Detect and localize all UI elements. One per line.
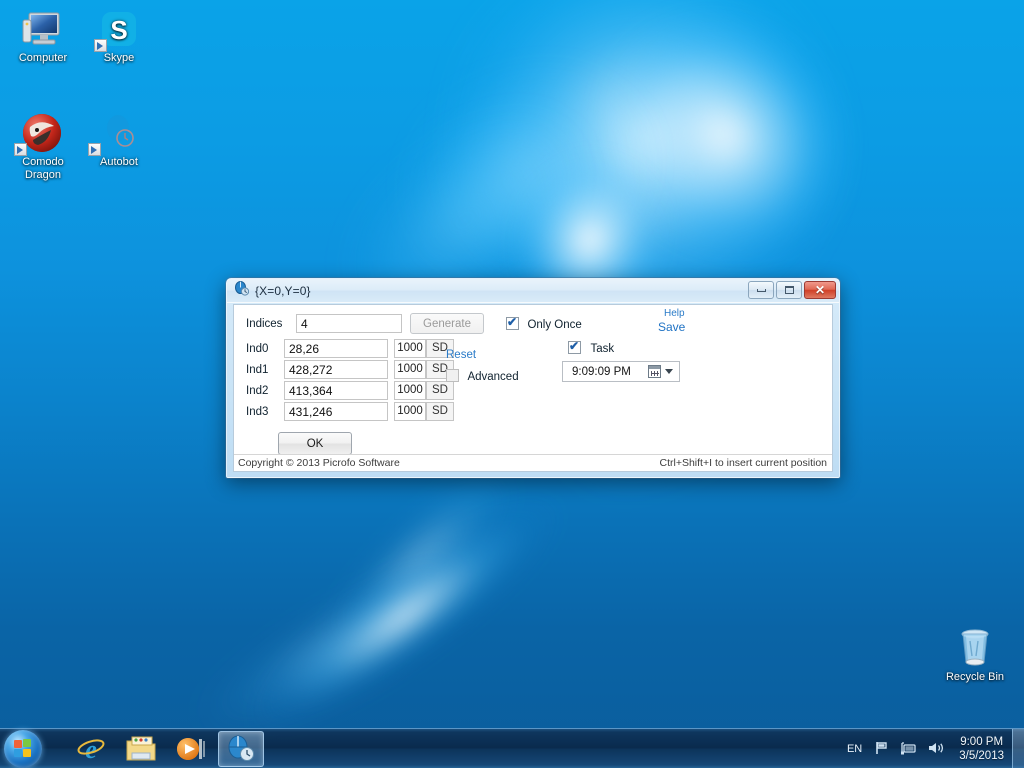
index-row-label: Ind3 (246, 405, 269, 418)
show-desktop-button[interactable] (1012, 729, 1024, 768)
index-delay-value[interactable]: 1000 (394, 381, 426, 400)
indices-label: Indices (246, 318, 283, 330)
index-delay-value[interactable]: 1000 (394, 339, 426, 358)
wallpaper-aurora-streak (86, 427, 584, 768)
index-row: Ind3 1000SD (246, 402, 454, 421)
autobot-icon (80, 110, 158, 156)
index-delay-value[interactable]: 1000 (394, 360, 426, 379)
window-titlebar[interactable]: {X=0,Y=0} ✕ (227, 279, 839, 303)
window-footer: Copyright © 2013 Picrofo Software Ctrl+S… (234, 454, 832, 471)
indices-input[interactable] (296, 314, 402, 333)
copyright-text: Copyright © 2013 Picrofo Software (238, 457, 400, 469)
checkbox-box (446, 369, 459, 382)
shortcut-overlay-icon (94, 39, 107, 52)
index-mode-button[interactable]: SD (426, 402, 454, 421)
desktop-icon-label: Computer (18, 52, 68, 64)
shortcut-overlay-icon (88, 143, 101, 156)
desktop-icon-label: Recycle Bin (945, 671, 1005, 683)
minimize-button[interactable] (748, 281, 774, 299)
index-position-input[interactable] (284, 402, 388, 421)
flag-action-center-icon[interactable] (874, 740, 890, 759)
checkbox-box (506, 315, 519, 330)
autobot-mouse-clock-icon (234, 280, 250, 301)
media-player-icon (177, 738, 205, 760)
index-row: Ind01000SD (246, 339, 454, 358)
index-row-label: Ind2 (246, 384, 269, 397)
calendar-icon[interactable] (648, 365, 661, 378)
desktop-icon-autobot[interactable]: Autobot (80, 110, 158, 169)
task-label: Task (590, 343, 615, 355)
reset-link[interactable]: Reset (446, 349, 476, 361)
desktop-icon-label: Autobot (100, 156, 138, 168)
index-row-label: Ind0 (246, 342, 269, 355)
start-button[interactable] (4, 730, 50, 768)
taskbar-buttons: e (64, 731, 264, 767)
desktop: Computer S Skype Comodo Dragon Autobot R… (0, 0, 1024, 768)
skype-icon: S (80, 6, 158, 52)
svg-text:e: e (85, 735, 97, 764)
index-row: Ind11000SD (246, 360, 454, 379)
advanced-label: Advanced (467, 371, 519, 383)
clock-time: 9:00 PM (960, 736, 1004, 748)
taskbar-item-autobot[interactable] (218, 731, 264, 767)
desktop-icon-skype[interactable]: S Skype (80, 6, 158, 65)
internet-explorer-icon: e (77, 735, 105, 764)
time-picker[interactable]: 9:09:09 PM (562, 361, 680, 382)
desktop-icon-label: Comodo Dragon (22, 156, 64, 181)
window-client-area: Indices Generate Only Once Help Save Ind… (233, 304, 833, 472)
autobot-mouse-clock-icon (228, 735, 254, 761)
index-position-input[interactable] (284, 381, 388, 400)
shortcut-hint-text: Ctrl+Shift+I to insert current position (659, 457, 828, 469)
shortcut-overlay-icon (14, 143, 27, 156)
comodo-dragon-icon (4, 110, 82, 156)
desktop-icon-computer[interactable]: Computer (4, 6, 82, 65)
desktop-icon-comodo-dragon[interactable]: Comodo Dragon (4, 110, 82, 182)
index-row-label: Ind1 (246, 363, 269, 376)
help-link[interactable]: Help (664, 308, 685, 319)
language-indicator[interactable]: EN (847, 743, 862, 755)
save-link[interactable]: Save (658, 320, 685, 334)
taskbar-item-internet-explorer[interactable]: e (68, 731, 114, 767)
app-window[interactable]: {X=0,Y=0} ✕ Indices Generate Only Once H… (226, 278, 840, 478)
time-value: 9:09:09 PM (572, 365, 631, 378)
system-tray: EN 9:00 PM 3/5/2013 (847, 729, 1024, 768)
folder-icon (126, 736, 156, 761)
desktop-icon-label: Skype (103, 52, 135, 64)
clock-date: 3/5/2013 (959, 750, 1004, 762)
svg-text:S: S (110, 15, 127, 45)
index-position-input[interactable] (284, 339, 388, 358)
index-position-input[interactable] (284, 360, 388, 379)
computer-icon (4, 6, 82, 52)
index-delay-value[interactable]: 1000 (394, 402, 426, 421)
only-once-checkbox[interactable]: Only Once (506, 315, 582, 333)
advanced-checkbox[interactable]: Advanced (446, 367, 519, 385)
window-controls: ✕ (748, 281, 836, 299)
ok-button[interactable]: OK (278, 432, 352, 455)
task-checkbox[interactable]: Task (568, 339, 614, 357)
network-icon[interactable] (900, 740, 917, 759)
taskbar-item-windows-explorer[interactable] (118, 731, 164, 767)
checkbox-box (568, 339, 581, 354)
windows-logo-icon (4, 730, 42, 768)
close-button[interactable]: ✕ (804, 281, 836, 299)
recycle-bin-icon (936, 625, 1014, 671)
clock[interactable]: 9:00 PM 3/5/2013 (959, 735, 1004, 763)
index-row: Ind21000SD (246, 381, 454, 400)
window-title: {X=0,Y=0} (255, 283, 311, 298)
chevron-down-icon[interactable] (665, 369, 673, 374)
taskbar: e EN 9:00 PM 3/5/2013 (0, 728, 1024, 768)
volume-icon[interactable] (927, 740, 945, 759)
maximize-button[interactable] (776, 281, 802, 299)
only-once-label: Only Once (527, 319, 582, 331)
taskbar-item-windows-media-player[interactable] (168, 731, 214, 767)
desktop-icon-recycle-bin[interactable]: Recycle Bin (936, 625, 1014, 684)
generate-button[interactable]: Generate (410, 313, 484, 334)
